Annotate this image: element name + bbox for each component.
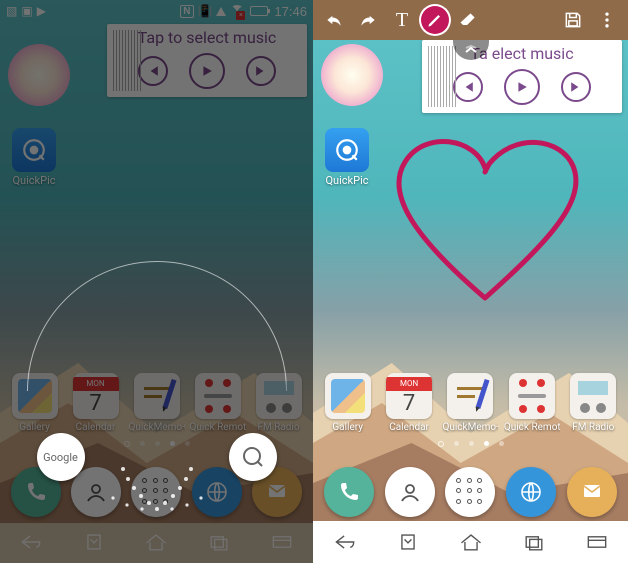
nav-bar xyxy=(0,521,313,563)
notif-icon: ▣ xyxy=(21,4,32,18)
nav-recents-button[interactable] xyxy=(518,530,550,554)
dock-contacts[interactable] xyxy=(385,467,435,517)
calendar-icon: MON7 xyxy=(386,373,432,419)
music-eq-icon xyxy=(113,30,141,91)
nav-back-button[interactable] xyxy=(15,530,47,554)
quickremote-icon xyxy=(509,373,555,419)
undo-button[interactable] xyxy=(317,3,351,37)
gallery-icon xyxy=(325,373,371,419)
right-quickmemo-screen: Ta elect music QuickPic T Gallery MON7Ca… xyxy=(313,0,628,563)
quickpic-icon xyxy=(325,128,369,172)
left-home-screen: ▧ ▣ ▶ N 📳 × 17:46 Tap to select music Qu… xyxy=(0,0,313,563)
nav-recents-button[interactable] xyxy=(203,530,235,554)
signal-icon xyxy=(216,7,226,16)
music-prev-button[interactable] xyxy=(138,56,168,86)
page-dot[interactable] xyxy=(469,441,474,446)
page-indicator xyxy=(313,441,628,447)
music-title: Tap to select music xyxy=(113,28,301,47)
app-quickremote[interactable]: Quick Remote xyxy=(504,373,560,433)
nfc-icon: N xyxy=(180,5,193,18)
nav-bar xyxy=(313,521,628,563)
wifi-error-icon: × xyxy=(230,5,244,17)
apps-grid-icon xyxy=(456,478,484,506)
page-dot[interactable] xyxy=(499,441,504,446)
nav-menu-button[interactable] xyxy=(581,530,613,554)
quickpic-label: QuickPic xyxy=(8,174,60,187)
nav-home-button[interactable] xyxy=(140,530,172,554)
floating-quickmemo-button[interactable] xyxy=(229,433,277,481)
music-play-button[interactable] xyxy=(504,69,540,105)
quickpic-app[interactable]: QuickPic xyxy=(321,128,373,187)
music-next-button[interactable] xyxy=(561,72,591,102)
music-prev-button[interactable] xyxy=(453,72,483,102)
music-widget[interactable]: Tap to select music xyxy=(107,24,307,97)
page-dot-active[interactable] xyxy=(484,441,489,446)
user-heart-drawing xyxy=(375,130,595,310)
wallpaper-sun xyxy=(8,44,70,106)
text-tool-button[interactable]: T xyxy=(385,3,419,37)
dock-phone[interactable] xyxy=(324,467,374,517)
app-calendar[interactable]: MON7Calendar xyxy=(381,373,437,433)
pen-tool-button[interactable] xyxy=(419,4,451,36)
dock-all-apps[interactable] xyxy=(445,467,495,517)
quick-launch-ring[interactable]: Google xyxy=(27,391,287,521)
fmradio-icon xyxy=(570,373,616,419)
nav-notifications-button[interactable] xyxy=(392,530,424,554)
wallpaper-sun xyxy=(321,44,383,106)
quickmemo-toolbar: T xyxy=(313,0,628,40)
app-gallery[interactable]: Gallery xyxy=(320,373,376,433)
vibrate-icon: 📳 xyxy=(198,4,213,18)
quickpic-label: QuickPic xyxy=(321,174,373,187)
music-widget[interactable]: Ta elect music xyxy=(422,40,622,113)
quickpic-icon xyxy=(12,128,56,172)
music-play-button[interactable] xyxy=(189,53,225,89)
save-button[interactable] xyxy=(556,3,590,37)
music-next-button[interactable] xyxy=(246,56,276,86)
nav-back-button[interactable] xyxy=(329,530,361,554)
floating-google-button[interactable]: Google xyxy=(37,433,85,481)
battery-icon xyxy=(248,6,270,16)
redo-button[interactable] xyxy=(351,3,385,37)
nav-home-button[interactable] xyxy=(455,530,487,554)
quickmemo-icon xyxy=(447,373,493,419)
eraser-tool-button[interactable] xyxy=(451,3,485,37)
status-bar: ▧ ▣ ▶ N 📳 × 17:46 xyxy=(0,0,313,22)
nav-menu-button[interactable] xyxy=(266,530,298,554)
app-fmradio[interactable]: FM Radio xyxy=(565,373,621,433)
nav-notifications-button[interactable] xyxy=(78,530,110,554)
app-quickmemo[interactable]: QuickMemo+ xyxy=(442,373,498,433)
music-eq-icon xyxy=(428,46,456,107)
page-dot-google[interactable] xyxy=(438,441,444,447)
overflow-menu-button[interactable] xyxy=(590,3,624,37)
dock-messages[interactable] xyxy=(567,467,617,517)
quickpic-app[interactable]: QuickPic xyxy=(8,128,60,187)
app-row: Gallery MON7Calendar QuickMemo+ Quick Re… xyxy=(313,373,628,433)
dock-browser[interactable] xyxy=(506,467,556,517)
page-dot[interactable] xyxy=(454,441,459,446)
notif-icon: ▧ xyxy=(6,4,17,18)
clock-text: 17:46 xyxy=(274,4,307,19)
notif-icon: ▶ xyxy=(37,4,46,18)
dock xyxy=(313,467,628,517)
